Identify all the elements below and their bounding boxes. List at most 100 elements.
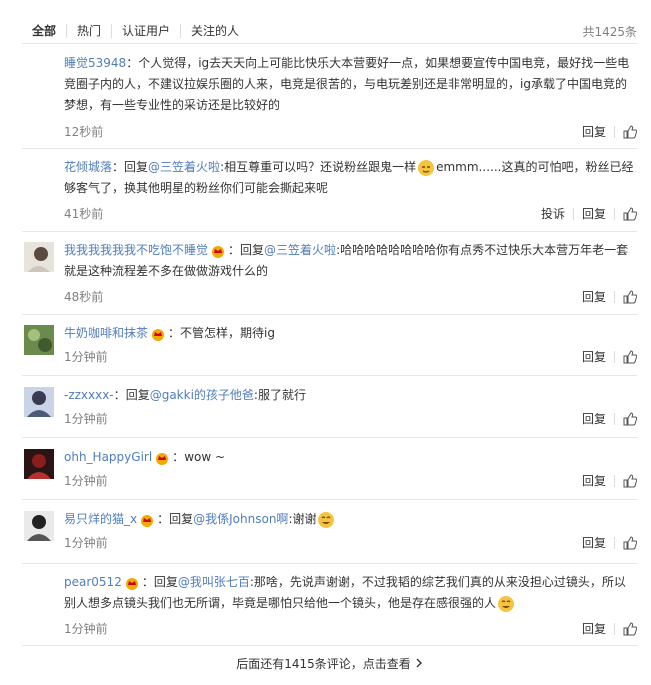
crown-badge-icon [212, 245, 225, 258]
comment-item: 睡觉53948：个人觉得，ig去天天向上可能比快乐大本营要好一点，如果想要宣传中… [22, 53, 637, 143]
comment-item: 牛奶咖啡和抹茶 ：不管怎样，期待ig 1分钟前 回复 [22, 323, 637, 373]
crown-badge-icon [156, 452, 169, 465]
divider [22, 375, 637, 376]
load-more-link[interactable]: 后面还有1415条评论，点击查看 [22, 651, 637, 677]
comment-text: 花倾城落：回复@三笠着火啦:相互尊重可以吗？还说粉丝跟鬼一样 emmm......… [64, 159, 634, 195]
username-link[interactable]: 易只烊的猫_x [64, 512, 137, 526]
mention-link[interactable]: @三笠着火啦 [264, 243, 336, 257]
comment-text: 牛奶咖啡和抹茶 ：不管怎样，期待ig [64, 326, 275, 341]
comment-actions: 回复 [582, 288, 637, 305]
comment-actions: 回复 [582, 410, 637, 427]
mention-link[interactable]: @我叫张七百 [178, 575, 250, 589]
thumbs-up-icon[interactable] [623, 473, 637, 488]
report-button[interactable]: 投诉 [541, 205, 565, 222]
crown-badge-icon [152, 328, 165, 341]
reply-button[interactable]: 回复 [582, 205, 606, 222]
reply-button[interactable]: 回复 [582, 620, 606, 637]
username-link[interactable]: pear0512 [64, 575, 122, 589]
divider [22, 563, 637, 564]
thumbs-up-icon[interactable] [623, 289, 637, 304]
mention-link[interactable]: @三笠着火啦 [148, 160, 220, 174]
avatar[interactable] [24, 449, 54, 479]
divider [614, 290, 615, 303]
crown-badge-icon [141, 514, 154, 527]
username-link[interactable]: 牛奶咖啡和抹茶 [64, 326, 148, 340]
thumbs-up-icon[interactable] [623, 124, 637, 139]
divider [614, 207, 615, 220]
timestamp: 1分钟前 [64, 536, 108, 550]
comment-item: ohh_HappyGirl ：wow ~ 1分钟前 回复 [22, 447, 637, 497]
emoji-icon [418, 159, 435, 176]
divider [614, 536, 615, 549]
thumbs-up-icon[interactable] [623, 535, 637, 550]
avatar[interactable] [24, 511, 54, 541]
divider [614, 412, 615, 425]
username-link[interactable]: 我我我我我我不吃饱不睡觉 [64, 243, 208, 257]
thumbs-up-icon[interactable] [623, 206, 637, 221]
comment-text: pear0512 ：回复@我叫张七百:那啥，先说声谢谢，不过我韬的综艺我们真的从来… [64, 572, 637, 614]
divider [22, 645, 637, 646]
divider [572, 207, 574, 220]
reply-button[interactable]: 回复 [582, 534, 606, 551]
divider [614, 350, 615, 363]
chevron-right-icon [416, 658, 422, 668]
username-link[interactable]: -zzxxxx- [64, 388, 114, 402]
divider [614, 474, 615, 487]
divider [614, 125, 615, 138]
comment-actions: 回复 [582, 534, 637, 551]
reply-button[interactable]: 回复 [582, 288, 606, 305]
comment-item: pear0512 ：回复@我叫张七百:那啥，先说声谢谢，不过我韬的综艺我们真的从来… [22, 572, 637, 644]
comment-total: 共1425条 [582, 24, 637, 39]
username-link[interactable]: 花倾城落 [64, 160, 112, 174]
thumbs-up-icon[interactable] [623, 411, 637, 426]
thumbs-up-icon[interactable] [623, 349, 637, 364]
reply-button[interactable]: 回复 [582, 410, 606, 427]
avatar[interactable] [24, 242, 54, 272]
divider [22, 499, 637, 500]
comment-item: 我我我我我我不吃饱不睡觉 ：回复@三笠着火啦:哈哈哈哈哈哈哈哈你有点秀不过快乐大本… [22, 240, 637, 312]
reply-button[interactable]: 回复 [582, 348, 606, 365]
comment-item: -zzxxxx-：回复@gakki的孩子他爸:服了就行 1分钟前 回复 [22, 385, 637, 435]
comment-actions: 回复 [582, 123, 637, 140]
timestamp: 48秒前 [64, 290, 104, 304]
emoji-icon [318, 511, 335, 528]
comment-text: 我我我我我我不吃饱不睡觉 ：回复@三笠着火啦:哈哈哈哈哈哈哈哈你有点秀不过快乐大本… [64, 243, 629, 278]
divider [22, 43, 637, 44]
reply-button[interactable]: 回复 [582, 472, 606, 489]
tab-hot[interactable]: 热门 [66, 24, 111, 38]
username-link[interactable]: ohh_HappyGirl [64, 450, 152, 464]
comment-text: -zzxxxx-：回复@gakki的孩子他爸:服了就行 [64, 388, 306, 402]
comment-actions: 回复 [582, 472, 637, 489]
timestamp: 1分钟前 [64, 412, 108, 426]
timestamp: 1分钟前 [64, 350, 108, 364]
timestamp: 1分钟前 [64, 474, 108, 488]
comment-actions: 回复 [582, 348, 637, 365]
thumbs-up-icon[interactable] [623, 621, 637, 636]
tab-all[interactable]: 全部 [22, 24, 66, 38]
divider [22, 314, 637, 315]
crown-badge-icon [125, 577, 138, 590]
comment-item: 花倾城落：回复@三笠着火啦:相互尊重可以吗？还说粉丝跟鬼一样 emmm......… [22, 157, 637, 229]
comment-item: 易只烊的猫_x ：回复@我係Johnson啊:谢谢 1分钟前 回复 [22, 509, 637, 559]
comment-actions: 投诉 回复 [541, 205, 637, 222]
divider [22, 437, 637, 438]
avatar[interactable] [24, 387, 54, 417]
timestamp: 12秒前 [64, 125, 104, 139]
tab-following[interactable]: 关注的人 [180, 24, 249, 38]
comment-text: ohh_HappyGirl ：wow ~ [64, 450, 226, 465]
avatar[interactable] [24, 325, 54, 355]
emoji-icon [498, 595, 515, 612]
comment-filter-tabs: 全部 热门 认证用户 关注的人 共1425条 [22, 19, 637, 43]
tab-verified[interactable]: 认证用户 [111, 24, 180, 38]
reply-button[interactable]: 回复 [582, 123, 606, 140]
timestamp: 41秒前 [64, 207, 104, 221]
comment-text: 易只烊的猫_x ：回复@我係Johnson啊:谢谢 [64, 509, 637, 530]
mention-link[interactable]: @gakki的孩子他爸 [150, 388, 254, 402]
comment-text: 睡觉53948：个人觉得，ig去天天向上可能比快乐大本营要好一点，如果想要宣传中… [64, 56, 630, 112]
divider [22, 231, 637, 232]
divider [614, 622, 615, 635]
mention-link[interactable]: @我係Johnson啊 [193, 512, 288, 526]
divider [22, 148, 637, 149]
comment-actions: 回复 [582, 620, 637, 637]
username-link[interactable]: 睡觉53948 [64, 56, 126, 70]
